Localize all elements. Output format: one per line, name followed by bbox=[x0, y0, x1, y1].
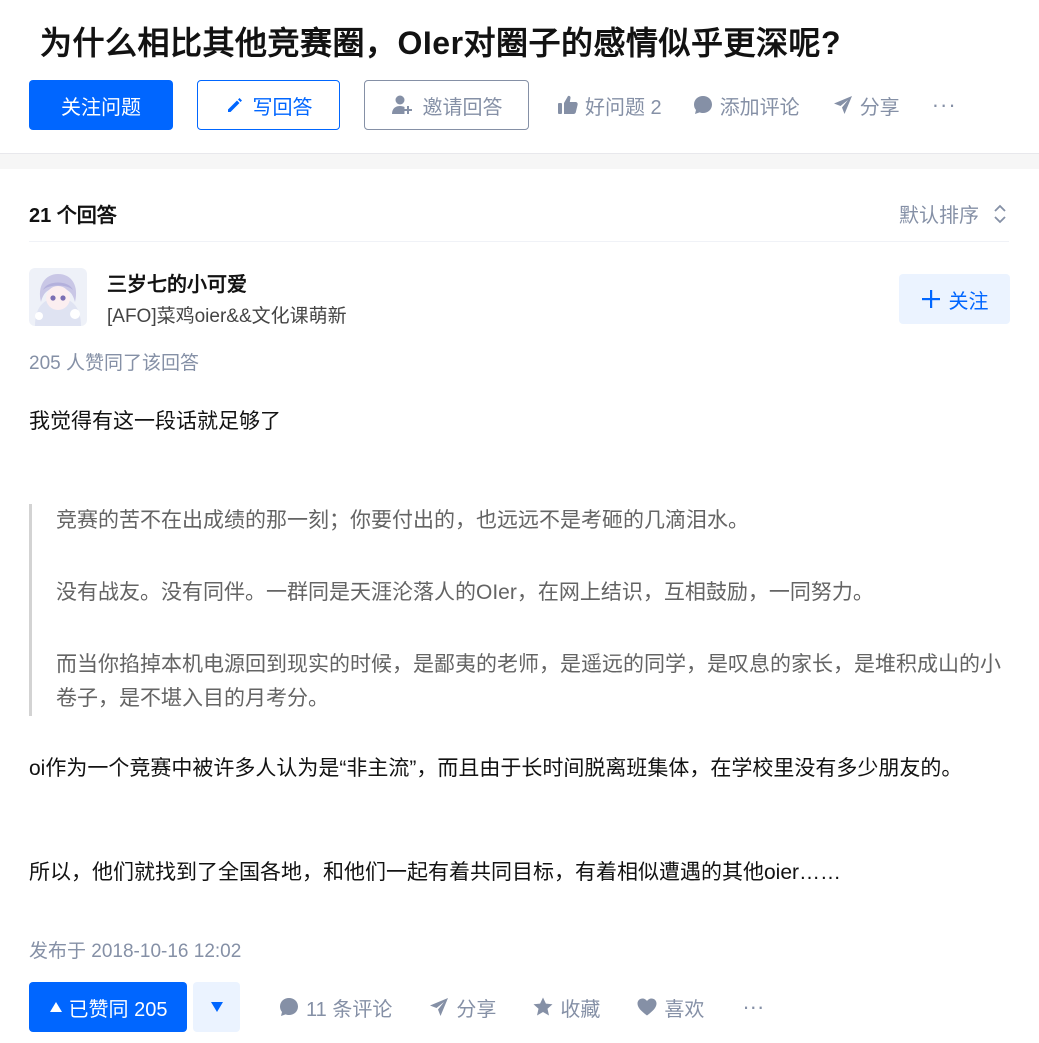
upvote-button[interactable]: 已赞同 205 bbox=[29, 982, 187, 1032]
comment-icon bbox=[693, 96, 712, 114]
pencil-icon bbox=[227, 98, 242, 112]
publish-time[interactable]: 发布于 2018-10-16 12:02 bbox=[29, 936, 241, 963]
follow-author-button[interactable]: 关注 bbox=[899, 274, 1010, 324]
answer-quote: 竞赛的苦不在出成绩的那一刻；你要付出的，也远远不是考砸的几滴泪水。 没有战友。没… bbox=[29, 504, 1009, 716]
star-icon bbox=[533, 997, 553, 1016]
invite-answer-button[interactable]: 邀请回答 bbox=[364, 80, 529, 130]
answer-action-bar: 已赞同 205 11 条评论 分享 收藏 喜欢 ··· bbox=[29, 982, 764, 1032]
add-comment-button[interactable]: 添加评论 bbox=[692, 91, 800, 120]
follow-author-label: 关注 bbox=[948, 290, 989, 313]
upvote-label: 已赞同 205 bbox=[68, 998, 168, 1021]
invite-user-icon bbox=[391, 95, 412, 114]
good-question-button[interactable]: 好问题 2 bbox=[557, 91, 662, 120]
sort-label: 默认排序 bbox=[899, 205, 979, 227]
sort-dropdown[interactable]: 默认排序 bbox=[899, 199, 1007, 228]
sort-chevron-icon bbox=[994, 204, 1006, 223]
thumbs-up-icon bbox=[558, 95, 578, 114]
good-question-label: 好问题 2 bbox=[585, 96, 662, 119]
answer-paragraph: 所以，他们就找到了全国各地，和他们一起有着共同目标，有着相似遭遇的其他oier…… bbox=[29, 861, 842, 884]
invite-answer-label: 邀请回答 bbox=[422, 96, 503, 119]
paper-plane-icon bbox=[430, 998, 449, 1016]
write-answer-label: 写回答 bbox=[252, 96, 313, 119]
quote-paragraph: 没有战友。没有同伴。一群同是天涯沦落人的OIer，在网上结识，互相鼓励，一同努力… bbox=[56, 581, 874, 604]
follow-question-button[interactable]: 关注问题 bbox=[29, 80, 173, 130]
like-button[interactable]: 喜欢 bbox=[636, 993, 704, 1022]
plus-icon bbox=[921, 290, 940, 308]
paper-plane-icon bbox=[833, 96, 852, 114]
triangle-down-icon bbox=[210, 1002, 223, 1012]
votes-summary: 205 人赞同了该回答 bbox=[29, 353, 199, 374]
answer-paragraph: 我觉得有这一段话就足够了 bbox=[29, 410, 281, 433]
answers-header: 21 个回答 默认排序 bbox=[29, 186, 1009, 242]
more-options-button[interactable]: ··· bbox=[932, 92, 957, 118]
author-name[interactable]: 三岁七的小可爱 bbox=[107, 268, 247, 297]
like-label: 喜欢 bbox=[664, 998, 705, 1021]
question-title: 为什么相比其他竞赛圈，OIer对圈子的感情似乎更深呢? bbox=[40, 25, 842, 61]
avatar[interactable] bbox=[29, 268, 87, 326]
collect-button[interactable]: 收藏 bbox=[532, 993, 600, 1022]
comment-icon bbox=[280, 998, 298, 1016]
comments-label: 11 条评论 bbox=[306, 998, 393, 1021]
more-answer-options-button[interactable]: ··· bbox=[742, 994, 764, 1020]
write-answer-button[interactable]: 写回答 bbox=[197, 80, 340, 130]
share-label: 分享 bbox=[859, 96, 900, 119]
collect-label: 收藏 bbox=[560, 998, 601, 1021]
downvote-button[interactable] bbox=[193, 982, 240, 1032]
heart-icon bbox=[637, 998, 657, 1016]
answer-author: 三岁七的小可爱 [AFO]菜鸡oier&&文化课萌新 关注 bbox=[29, 268, 1010, 328]
quote-paragraph: 竞赛的苦不在出成绩的那一刻；你要付出的，也远远不是考砸的几滴泪水。 bbox=[56, 509, 749, 532]
answers-count: 21 个回答 bbox=[29, 205, 117, 227]
triangle-up-icon bbox=[49, 1002, 62, 1012]
answer-paragraph: oi作为一个竞赛中被许多人认为是“非主流”，而且由于长时间脱离班集体，在学校里没… bbox=[29, 757, 963, 780]
add-comment-label: 添加评论 bbox=[719, 96, 800, 119]
share-answer-label: 分享 bbox=[456, 998, 497, 1021]
comments-button[interactable]: 11 条评论 bbox=[278, 993, 392, 1022]
share-button[interactable]: 分享 bbox=[832, 91, 900, 120]
share-answer-button[interactable]: 分享 bbox=[428, 993, 496, 1022]
author-bio: [AFO]菜鸡oier&&文化课萌新 bbox=[107, 306, 347, 327]
question-actions: 关注问题 写回答 邀请回答 好问题 2 添加评论 分享 ··· bbox=[29, 80, 957, 130]
section-divider bbox=[0, 153, 1039, 169]
quote-paragraph: 而当你掐掉本机电源回到现实的时候，是鄙夷的老师，是遥远的同学，是叹息的家长，是堆… bbox=[56, 653, 1001, 710]
